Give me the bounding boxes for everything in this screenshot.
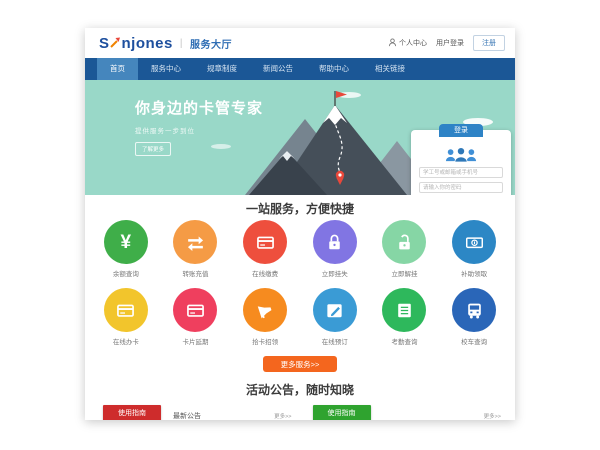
megaphone-icon: [243, 288, 287, 332]
banner-text: 你身边的卡管专家 提供服务一步到位 了解更多: [135, 97, 263, 156]
nav-item-2[interactable]: 规章制度: [194, 58, 250, 80]
register-button[interactable]: 注册: [473, 35, 505, 51]
nav-item-1[interactable]: 服务中心: [138, 58, 194, 80]
panel-tab-bar: 使用指南 最新公告 更多>>: [95, 408, 296, 420]
logo-divider: |: [180, 38, 183, 49]
service-label: 拾卡招领: [233, 336, 297, 346]
service-item-5[interactable]: 补助领取: [442, 220, 506, 278]
mountain-illustration-icon: [235, 83, 435, 195]
service-item-8[interactable]: 拾卡招领: [233, 288, 297, 346]
yen-icon: ¥: [104, 220, 148, 264]
nav-item-0[interactable]: 首页: [97, 58, 138, 80]
nav-item-3[interactable]: 新闻公告: [250, 58, 306, 80]
service-row-1: ¥ 余额查询转账充值在线缴费立即挂失立即解挂补助领取: [85, 220, 515, 278]
service-item-4[interactable]: 立即解挂: [372, 220, 436, 278]
service-item-11[interactable]: 校车查询: [442, 288, 506, 346]
login-tab[interactable]: 登录: [439, 124, 483, 137]
service-label: 校车查询: [442, 336, 506, 346]
card-icon: [243, 220, 287, 264]
unlock-icon: [382, 220, 426, 264]
service-label: 转账充值: [163, 268, 227, 278]
user-login-link[interactable]: 用户登录: [436, 38, 464, 48]
service-label: 立即解挂: [372, 268, 436, 278]
announcement-panels: 使用指南 最新公告 更多>> 使用指南 更多>>: [85, 408, 515, 420]
logo-text-prefix: S: [99, 35, 110, 52]
banner-title: 你身边的卡管专家: [135, 97, 263, 118]
service-label: 在线缴费: [233, 268, 297, 278]
banknote-icon: [452, 220, 496, 264]
service-label: 补助领取: [442, 268, 506, 278]
user-login-label: 用户登录: [436, 38, 464, 48]
edit-icon: [313, 288, 357, 332]
card-icon: [173, 288, 217, 332]
nav-item-5[interactable]: 相关链接: [362, 58, 418, 80]
username-input[interactable]: [419, 167, 503, 178]
service-label: 卡片延期: [163, 336, 227, 346]
list-icon: [382, 288, 426, 332]
nav-bar: 首页服务中心规章制度新闻公告帮助中心相关链接: [85, 58, 515, 80]
login-panel: 登录 记住用户名 | 忘记密码 cvjp 换一张 登录: [411, 130, 511, 195]
panel-ribbon-tab[interactable]: 使用指南: [103, 405, 161, 420]
service-item-0[interactable]: ¥ 余额查询: [94, 220, 158, 278]
announcements-section-title: 活动公告，随时知晓: [85, 381, 515, 398]
service-label: 余额查询: [94, 268, 158, 278]
logo-text-suffix: njones: [122, 35, 173, 52]
panel-ribbon-tab[interactable]: 使用指南: [313, 405, 371, 420]
logo-arrow-icon: [110, 35, 121, 52]
service-label: 在线办卡: [94, 336, 158, 346]
announcement-panel-1: 使用指南 更多>>: [305, 408, 506, 420]
bus-icon: [452, 288, 496, 332]
service-item-3[interactable]: 立即挂失: [303, 220, 367, 278]
page: S njones | 服务大厅 个人中心 用户登录 注册 首页服务中心规章制度新…: [85, 28, 515, 420]
panel-secondary-tab[interactable]: 最新公告: [173, 411, 201, 420]
panel-more-link[interactable]: 更多>>: [484, 412, 501, 420]
service-item-9[interactable]: 在线预订: [303, 288, 367, 346]
service-item-2[interactable]: 在线缴费: [233, 220, 297, 278]
service-item-1[interactable]: 转账充值: [163, 220, 227, 278]
transfer-icon: [173, 220, 217, 264]
service-item-10[interactable]: 考勤查询: [372, 288, 436, 346]
more-services-button[interactable]: 更多服务>>: [263, 356, 337, 372]
service-item-6[interactable]: 在线办卡: [94, 288, 158, 346]
banner-subtitle: 提供服务一步到位: [135, 125, 263, 135]
service-label: 考勤查询: [372, 336, 436, 346]
hero-banner: 你身边的卡管专家 提供服务一步到位 了解更多 登录 记住用户名 | 忘记密码: [85, 80, 515, 195]
header-links: 个人中心 用户登录 注册: [388, 35, 505, 51]
personal-center-label: 个人中心: [399, 38, 427, 48]
top-header: S njones | 服务大厅 个人中心 用户登录 注册: [85, 28, 515, 58]
service-item-7[interactable]: 卡片延期: [163, 288, 227, 346]
announcement-panel-0: 使用指南 最新公告 更多>>: [95, 408, 296, 420]
service-label: 在线预订: [303, 336, 367, 346]
person-icon: [388, 38, 397, 49]
card-icon: [104, 288, 148, 332]
site-name: 服务大厅: [190, 36, 232, 51]
panel-more-link[interactable]: 更多>>: [274, 412, 291, 420]
password-input[interactable]: [419, 182, 503, 193]
service-row-2: 在线办卡卡片延期拾卡招领在线预订考勤查询校车查询: [85, 288, 515, 346]
users-icon: [444, 146, 478, 163]
banner-cta-button[interactable]: 了解更多: [135, 142, 171, 156]
panel-tab-bar: 使用指南 更多>>: [305, 408, 506, 420]
lock-icon: [313, 220, 357, 264]
service-label: 立即挂失: [303, 268, 367, 278]
nav-item-4[interactable]: 帮助中心: [306, 58, 362, 80]
logo[interactable]: S njones | 服务大厅: [99, 35, 232, 52]
services-section-title: 一站服务，方便快捷: [85, 200, 515, 217]
personal-center-link[interactable]: 个人中心: [388, 38, 427, 49]
